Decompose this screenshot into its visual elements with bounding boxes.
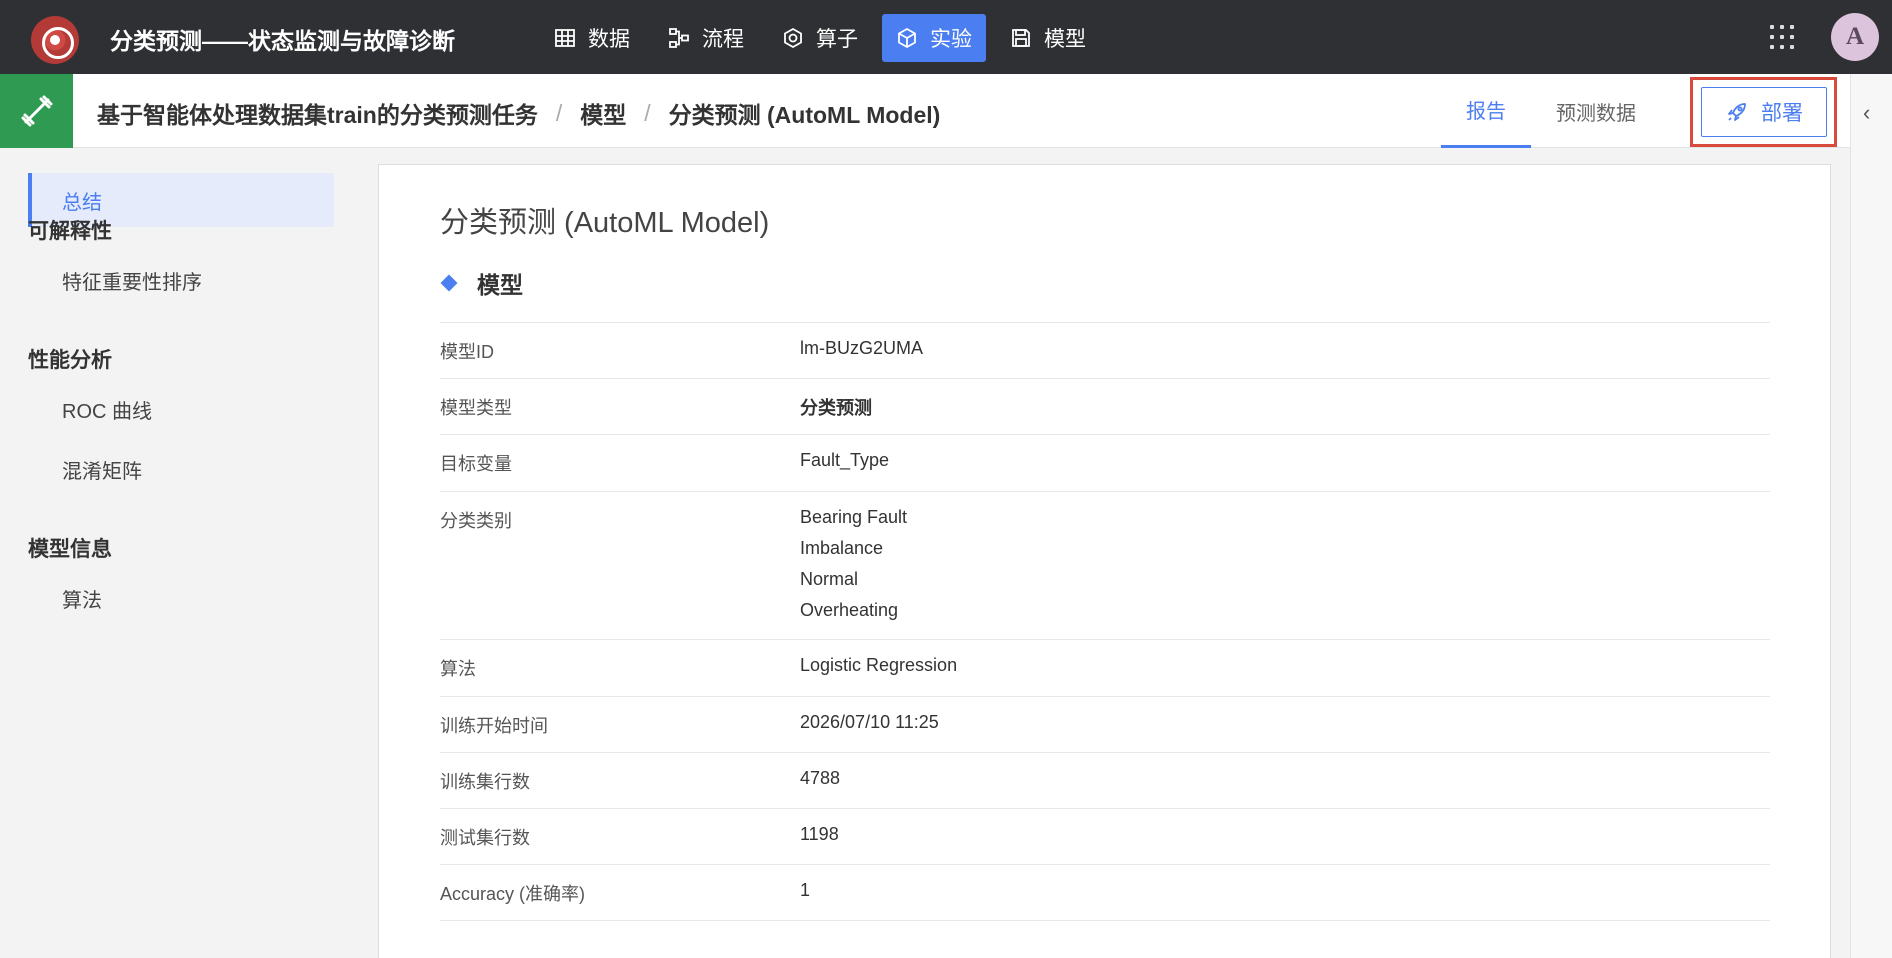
row-key: 目标变量 — [440, 454, 512, 474]
app-logo[interactable] — [31, 16, 79, 64]
row-key: 测试集行数 — [440, 828, 530, 848]
nav-experiment[interactable]: 实验 — [882, 14, 986, 62]
page-title: 分类预测 (AutoML Model) — [440, 207, 770, 239]
row-key: 模型ID — [440, 342, 494, 362]
deploy-button-label: 部署 — [1761, 102, 1803, 125]
row-key: 模型类型 — [440, 398, 512, 418]
nav-flow[interactable]: 流程 — [654, 14, 758, 62]
table-row: 模型类型 分类预测 — [440, 379, 1770, 435]
nav-data-label: 数据 — [588, 28, 630, 51]
row-value: 1198 — [800, 824, 839, 844]
breadcrumb-separator: / — [555, 99, 563, 126]
row-key: 训练集行数 — [440, 772, 530, 792]
nav-operator[interactable]: 算子 — [768, 14, 872, 62]
row-key: 算法 — [440, 659, 476, 679]
breadcrumb-section[interactable]: 模型 — [580, 96, 626, 130]
sidebar-group-explainability: 可解释性 — [28, 220, 112, 243]
operator-icon — [782, 27, 804, 49]
user-avatar[interactable]: A — [1831, 13, 1879, 61]
apps-grid-icon[interactable] — [1770, 25, 1794, 49]
sidebar-group-performance: 性能分析 — [28, 349, 112, 372]
report-card: 分类预测 (AutoML Model) 模型 模型ID lm-BUzG2UMA … — [378, 164, 1831, 958]
row-key: 分类类别 — [440, 511, 512, 531]
top-navbar: 分类预测——状态监测与故障诊断 数据 流程 算子 实验 模型 A — [0, 0, 1892, 74]
row-value: 2026/07/10 11:25 — [800, 712, 939, 732]
nav-model-label: 模型 — [1044, 28, 1086, 51]
rocket-icon — [1725, 100, 1749, 124]
view-tabs: 报告 预测数据 — [1441, 74, 1661, 148]
table-row: 测试集行数 1198 — [440, 809, 1770, 865]
report-sidebar: 总结 可解释性 特征重要性排序 性能分析 ROC 曲线 混淆矩阵 模型信息 算法 — [0, 148, 360, 958]
save-icon — [1010, 27, 1032, 49]
row-value: 分类预测 — [800, 398, 872, 418]
section-title: 模型 — [477, 272, 523, 298]
row-value: 1 — [800, 880, 811, 900]
section-header: 模型 — [440, 266, 523, 300]
collapse-panel: ‹ — [1850, 74, 1892, 958]
breadcrumb-task[interactable]: 基于智能体处理数据集train的分类预测任务 — [97, 96, 538, 130]
class-label: Overheating — [800, 600, 899, 620]
tab-report[interactable]: 报告 — [1441, 74, 1531, 148]
row-key: 训练开始时间 — [440, 716, 548, 736]
row-value: 4788 — [800, 768, 841, 788]
diamond-icon — [440, 274, 458, 292]
row-value: Fault_Type — [800, 450, 890, 470]
tab-prediction-data[interactable]: 预测数据 — [1531, 74, 1661, 148]
table-row: 分类类别 Bearing Fault Imbalance Normal Over… — [440, 492, 1770, 640]
class-label: Normal — [800, 569, 859, 589]
breadcrumb: 基于智能体处理数据集train的分类预测任务 / 模型 / 分类预测 (Auto… — [97, 96, 940, 130]
breadcrumb-separator: / — [644, 99, 651, 126]
nav-model[interactable]: 模型 — [996, 14, 1100, 62]
app-title: 分类预测——状态监测与故障诊断 — [110, 28, 455, 54]
tools-icon — [0, 74, 73, 148]
chevron-left-icon[interactable]: ‹ — [1863, 100, 1870, 126]
table-row: Accuracy (准确率) 1 — [440, 865, 1770, 921]
nav-experiment-label: 实验 — [930, 28, 972, 51]
sidebar-item-confusion-matrix[interactable]: 混淆矩阵 — [28, 442, 334, 496]
class-label: Imbalance — [800, 538, 884, 558]
row-value: lm-BUzG2UMA — [800, 338, 924, 358]
table-row: 训练集行数 4788 — [440, 753, 1770, 809]
row-value-list: Bearing Fault Imbalance Normal Overheati… — [800, 492, 907, 639]
sidebar-item-roc-curve[interactable]: ROC 曲线 — [28, 382, 334, 436]
sidebar-group-model-info: 模型信息 — [28, 538, 112, 561]
breadcrumb-current: 分类预测 (AutoML Model) — [668, 102, 941, 128]
cube-icon — [896, 27, 918, 49]
sidebar-item-feature-importance[interactable]: 特征重要性排序 — [28, 253, 334, 307]
nav-operator-label: 算子 — [816, 28, 858, 51]
sidebar-item-algorithm[interactable]: 算法 — [28, 571, 334, 625]
deploy-highlight-box: 部署 — [1690, 77, 1837, 147]
row-value: Logistic Regression — [800, 655, 958, 675]
nav-flow-label: 流程 — [702, 28, 744, 51]
task-header: 基于智能体处理数据集train的分类预测任务 / 模型 / 分类预测 (Auto… — [0, 74, 1850, 148]
class-label: Bearing Fault — [800, 507, 908, 527]
deploy-button[interactable]: 部署 — [1701, 87, 1827, 137]
nav-data[interactable]: 数据 — [540, 14, 644, 62]
table-row: 训练开始时间 2026/07/10 11:25 — [440, 697, 1770, 753]
flow-icon — [668, 27, 690, 49]
model-info-table: 模型ID lm-BUzG2UMA 模型类型 分类预测 目标变量 Fault_Ty… — [440, 322, 1770, 921]
table-row: 模型ID lm-BUzG2UMA — [440, 323, 1770, 379]
table-row: 算法 Logistic Regression — [440, 640, 1770, 697]
row-key: Accuracy (准确率) — [440, 884, 586, 904]
table-row: 目标变量 Fault_Type — [440, 435, 1770, 492]
table-icon — [554, 27, 576, 49]
main-nav: 数据 流程 算子 实验 模型 — [540, 14, 1110, 62]
